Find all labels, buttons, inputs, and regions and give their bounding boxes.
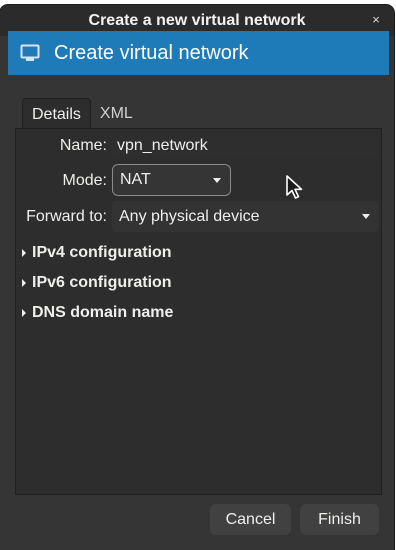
name-field[interactable]	[112, 134, 378, 158]
cancel-button[interactable]: Cancel	[210, 504, 291, 535]
expander-label: IPv6 configuration	[32, 274, 172, 291]
mode-label: Mode:	[62, 172, 107, 189]
expander-ipv6[interactable]: IPv6 configuration	[22, 274, 172, 292]
mode-value: NAT	[120, 171, 151, 188]
forward-dropdown[interactable]: Any physical device	[112, 201, 378, 232]
expander-dns[interactable]: DNS domain name	[22, 304, 173, 322]
tab-xml[interactable]: XML	[91, 98, 142, 129]
expander-ipv4[interactable]: IPv4 configuration	[22, 244, 172, 262]
tab-bar: Details XML	[22, 98, 142, 129]
chevron-down-icon	[213, 178, 221, 183]
window-title: Create a new virtual network	[88, 11, 306, 29]
expander-label: DNS domain name	[32, 304, 174, 321]
header-title: Create virtual network	[54, 41, 249, 64]
forward-value: Any physical device	[119, 208, 260, 225]
finish-button[interactable]: Finish	[300, 504, 379, 535]
name-label: Name:	[59, 137, 107, 154]
mouse-pointer-icon	[286, 175, 303, 199]
tab-details[interactable]: Details	[22, 98, 91, 129]
forward-label: Forward to:	[26, 208, 107, 225]
expander-arrow-icon	[22, 309, 26, 317]
header-banner: Create virtual network	[8, 31, 389, 75]
network-monitor-icon	[20, 44, 40, 61]
expander-arrow-icon	[22, 279, 26, 287]
expander-label: IPv4 configuration	[32, 244, 172, 261]
close-icon[interactable]: ×	[368, 12, 384, 28]
expander-arrow-icon	[22, 249, 26, 257]
mode-dropdown[interactable]: NAT	[112, 164, 231, 196]
chevron-down-icon	[362, 214, 370, 219]
